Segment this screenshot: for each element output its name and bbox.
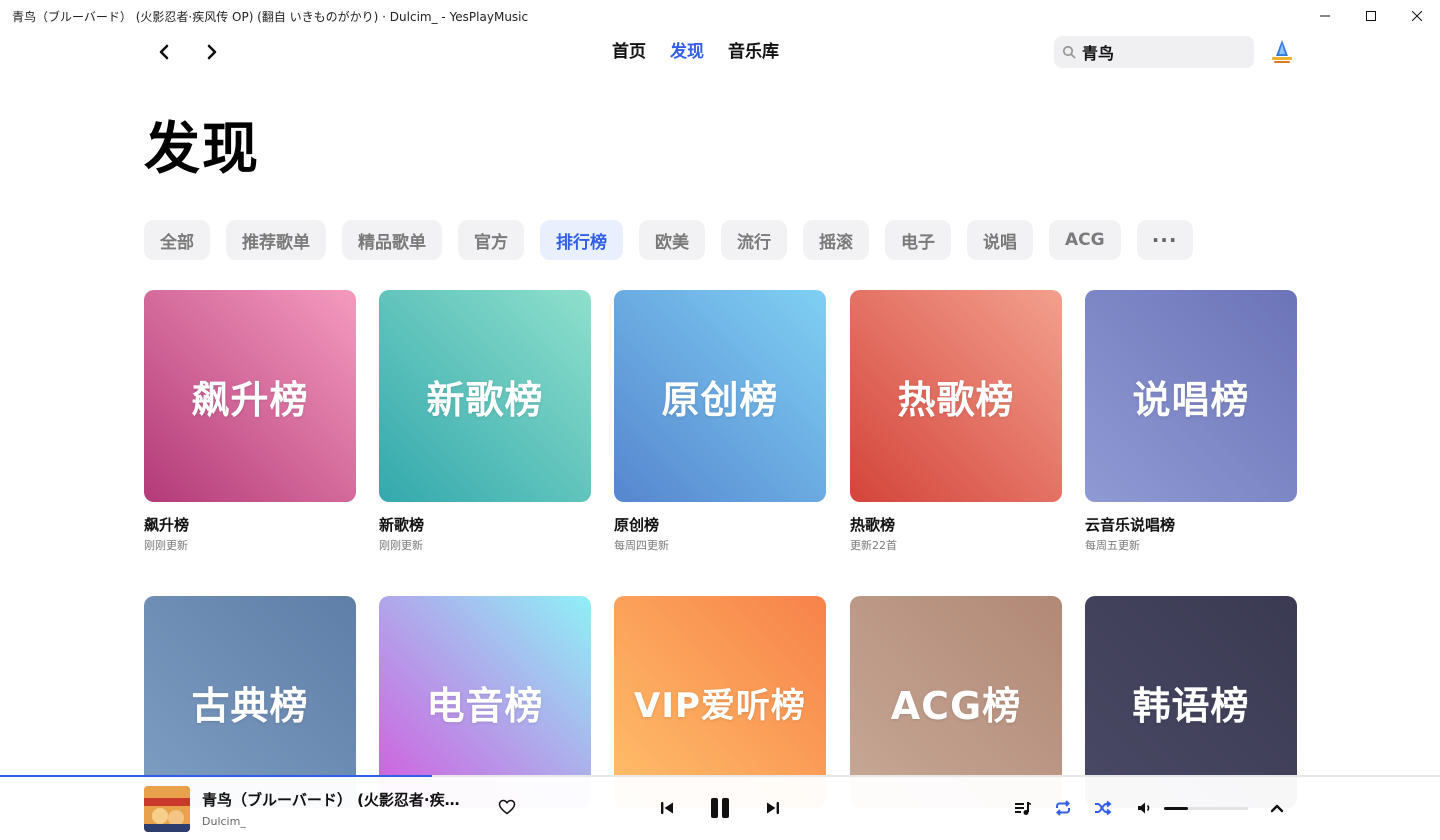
chart-cover[interactable]: 新歌榜 bbox=[379, 290, 591, 502]
minimize-icon bbox=[1320, 15, 1330, 17]
expand-lyrics-button[interactable] bbox=[1266, 797, 1288, 819]
forward-button[interactable] bbox=[198, 38, 226, 66]
top-navbar: 首页 发现 音乐库 bbox=[0, 32, 1440, 72]
chart-cover[interactable]: 飙升榜 bbox=[144, 290, 356, 502]
shuffle-button[interactable] bbox=[1092, 797, 1114, 819]
window-title: 青鸟（ブルーバード） (火影忍者·疾风传 OP) (翻自 いきものがかり) · … bbox=[12, 9, 529, 24]
repeat-icon bbox=[1056, 800, 1070, 816]
chevron-right-icon bbox=[207, 44, 217, 60]
chart-card[interactable]: 热歌榜 热歌榜 更新22首 bbox=[850, 290, 1062, 553]
chip-more[interactable]: ··· bbox=[1136, 220, 1193, 260]
play-pause-button[interactable] bbox=[704, 792, 736, 824]
nav-library[interactable]: 音乐库 bbox=[716, 32, 791, 72]
volume-button[interactable] bbox=[1134, 797, 1156, 819]
track-artist[interactable]: Dulcim_ bbox=[202, 815, 246, 828]
chart-title[interactable]: 云音乐说唱榜 bbox=[1085, 514, 1297, 535]
close-button[interactable] bbox=[1394, 0, 1440, 32]
chip-acg[interactable]: ACG bbox=[1049, 220, 1121, 260]
player-bar: 青鸟（ブルーバード） (火影忍者·疾… Dulcim_ bbox=[0, 777, 1440, 840]
chip-rap[interactable]: 说唱 bbox=[967, 220, 1033, 260]
like-button[interactable] bbox=[498, 799, 516, 819]
playlist-button[interactable] bbox=[1012, 797, 1034, 819]
chart-subtitle: 刚刚更新 bbox=[144, 539, 188, 552]
maximize-button[interactable] bbox=[1348, 0, 1394, 32]
album-art-image bbox=[144, 786, 190, 832]
chart-title[interactable]: 新歌榜 bbox=[379, 514, 591, 535]
chart-title[interactable]: 热歌榜 bbox=[850, 514, 1062, 535]
playlist-icon bbox=[1015, 802, 1031, 815]
nav-home[interactable]: 首页 bbox=[600, 32, 658, 72]
chip-rock[interactable]: 摇滚 bbox=[803, 220, 869, 260]
avatar[interactable] bbox=[1266, 36, 1298, 68]
chart-cover[interactable]: 原创榜 bbox=[614, 290, 826, 502]
chip-western[interactable]: 欧美 bbox=[639, 220, 705, 260]
chart-cover[interactable]: 热歌榜 bbox=[850, 290, 1062, 502]
nav-explore[interactable]: 发现 bbox=[658, 32, 716, 72]
volume-slider[interactable] bbox=[1164, 807, 1248, 810]
category-chips: 全部 推荐歌单 精品歌单 官方 排行榜 欧美 流行 摇滚 电子 说唱 ACG ·… bbox=[144, 220, 1193, 260]
previous-button[interactable] bbox=[656, 797, 678, 819]
chart-subtitle: 每周五更新 bbox=[1085, 539, 1140, 552]
chip-pop[interactable]: 流行 bbox=[721, 220, 787, 260]
heart-icon bbox=[498, 799, 516, 815]
maximize-icon bbox=[1366, 11, 1376, 21]
volume-level bbox=[1164, 807, 1188, 810]
chevron-left-icon bbox=[159, 44, 169, 60]
chip-recommended[interactable]: 推荐歌单 bbox=[226, 220, 326, 260]
chip-all[interactable]: 全部 bbox=[144, 220, 210, 260]
chart-subtitle: 刚刚更新 bbox=[379, 539, 423, 552]
chip-charts[interactable]: 排行榜 bbox=[540, 220, 623, 260]
album-cover[interactable] bbox=[144, 786, 190, 832]
chart-card[interactable]: 原创榜 原创榜 每周四更新 bbox=[614, 290, 826, 553]
chip-official[interactable]: 官方 bbox=[458, 220, 524, 260]
chart-title[interactable]: 原创榜 bbox=[614, 514, 826, 535]
minimize-button[interactable] bbox=[1302, 0, 1348, 32]
back-button[interactable] bbox=[150, 38, 178, 66]
user-avatar-icon bbox=[1272, 40, 1292, 63]
chart-card[interactable]: 飙升榜 飙升榜 刚刚更新 bbox=[144, 290, 356, 553]
chart-cover[interactable]: 说唱榜 bbox=[1085, 290, 1297, 502]
next-button[interactable] bbox=[762, 797, 784, 819]
chart-card[interactable]: 说唱榜 云音乐说唱榜 每周五更新 bbox=[1085, 290, 1297, 553]
skip-next-icon bbox=[767, 802, 779, 814]
chart-card[interactable]: 新歌榜 新歌榜 刚刚更新 bbox=[379, 290, 591, 553]
repeat-button[interactable] bbox=[1052, 797, 1074, 819]
chart-subtitle: 更新22首 bbox=[850, 539, 897, 552]
close-icon bbox=[1412, 11, 1422, 21]
skip-previous-icon bbox=[661, 802, 673, 814]
search-input[interactable] bbox=[1082, 42, 1242, 62]
chevron-up-icon bbox=[1270, 804, 1284, 813]
nav-links: 首页 发现 音乐库 bbox=[600, 32, 791, 72]
search-icon bbox=[1062, 45, 1076, 59]
volume-icon bbox=[1138, 802, 1150, 814]
page-title: 发现 bbox=[144, 117, 260, 182]
chart-title[interactable]: 飙升榜 bbox=[144, 514, 356, 535]
title-bar: 青鸟（ブルーバード） (火影忍者·疾风传 OP) (翻自 いきものがかり) · … bbox=[0, 0, 1440, 32]
chart-subtitle: 每周四更新 bbox=[614, 539, 669, 552]
search-box[interactable] bbox=[1054, 36, 1254, 68]
chip-premium[interactable]: 精品歌单 bbox=[342, 220, 442, 260]
shuffle-icon bbox=[1095, 800, 1112, 816]
track-title[interactable]: 青鸟（ブルーバード） (火影忍者·疾… bbox=[202, 789, 460, 810]
pause-icon bbox=[711, 798, 729, 818]
chip-electronic[interactable]: 电子 bbox=[885, 220, 951, 260]
window-controls bbox=[1302, 0, 1440, 32]
